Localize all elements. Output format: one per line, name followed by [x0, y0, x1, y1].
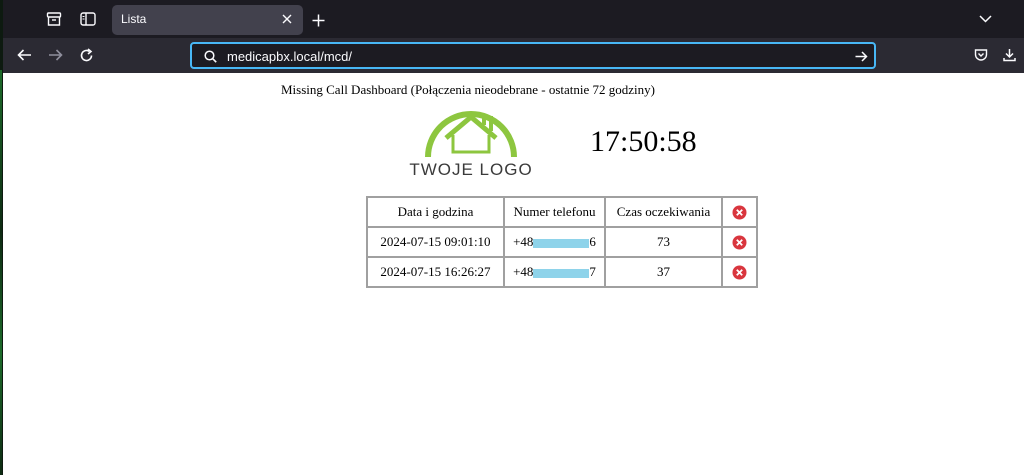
close-icon[interactable] — [279, 11, 295, 27]
missed-calls-table: Data i godzina Numer telefonu Czas oczek… — [366, 196, 758, 288]
firefox-view-icon[interactable] — [45, 11, 63, 27]
logo-text: TWOJE LOGO — [409, 160, 533, 179]
go-arrow-icon[interactable] — [854, 49, 868, 63]
navigation-bar: medicapbx.local/mcd/ — [3, 38, 1024, 73]
cell-delete[interactable] — [722, 227, 757, 257]
phone-suffix: 6 — [589, 234, 596, 249]
pocket-icon[interactable] — [972, 47, 990, 63]
table-header-row: Data i godzina Numer telefonu Czas oczek… — [367, 197, 757, 227]
back-arrow-icon[interactable] — [15, 47, 33, 63]
cell-phone: +48 7 — [504, 257, 605, 287]
logo-house-arc — [425, 111, 517, 158]
delete-icon[interactable] — [732, 205, 747, 220]
url-bar[interactable]: medicapbx.local/mcd/ — [190, 42, 876, 69]
table-row: 2024-07-15 09:01:10 +48 6 73 — [367, 227, 757, 257]
redaction-mark — [533, 268, 590, 278]
chevron-down-icon[interactable] — [976, 11, 994, 27]
cell-datetime: 2024-07-15 09:01:10 — [367, 227, 504, 257]
header-wait-time: Czas oczekiwania — [605, 197, 722, 227]
cell-phone: +48 6 — [504, 227, 605, 257]
cell-delete[interactable] — [722, 257, 757, 287]
page-title: Missing Call Dashboard (Połączenia nieod… — [280, 82, 655, 97]
phone-prefix: +48 — [513, 264, 534, 279]
cell-datetime: 2024-07-15 16:26:27 — [367, 257, 504, 287]
phone-suffix: 7 — [589, 264, 596, 279]
new-tab-icon[interactable] — [309, 11, 327, 29]
reload-icon[interactable] — [77, 46, 95, 64]
download-icon[interactable] — [1000, 47, 1018, 63]
search-icon — [203, 49, 217, 63]
company-logo: TWOJE LOGO — [396, 105, 546, 185]
cell-wait-time: 37 — [605, 257, 722, 287]
url-input[interactable]: medicapbx.local/mcd/ — [227, 49, 352, 64]
clock: 17:50:58 — [590, 125, 697, 158]
delete-icon[interactable] — [732, 235, 747, 250]
cell-wait-time: 73 — [605, 227, 722, 257]
forward-arrow-icon[interactable] — [46, 47, 64, 63]
tab-title: Lista — [121, 12, 147, 26]
table-row: 2024-07-15 16:26:27 +48 7 37 — [367, 257, 757, 287]
header-phone: Numer telefonu — [504, 197, 605, 227]
header-datetime: Data i godzina — [367, 197, 504, 227]
phone-prefix: +48 — [513, 234, 534, 249]
delete-icon[interactable] — [732, 265, 747, 280]
tab-bar: Lista — [3, 0, 1024, 38]
header-delete-all[interactable] — [722, 197, 757, 227]
tab-lista[interactable]: Lista — [112, 5, 303, 35]
redaction-mark — [533, 238, 590, 248]
sidebar-icon[interactable] — [79, 11, 97, 27]
page-content: Missing Call Dashboard (Połączenia nieod… — [3, 73, 1024, 475]
